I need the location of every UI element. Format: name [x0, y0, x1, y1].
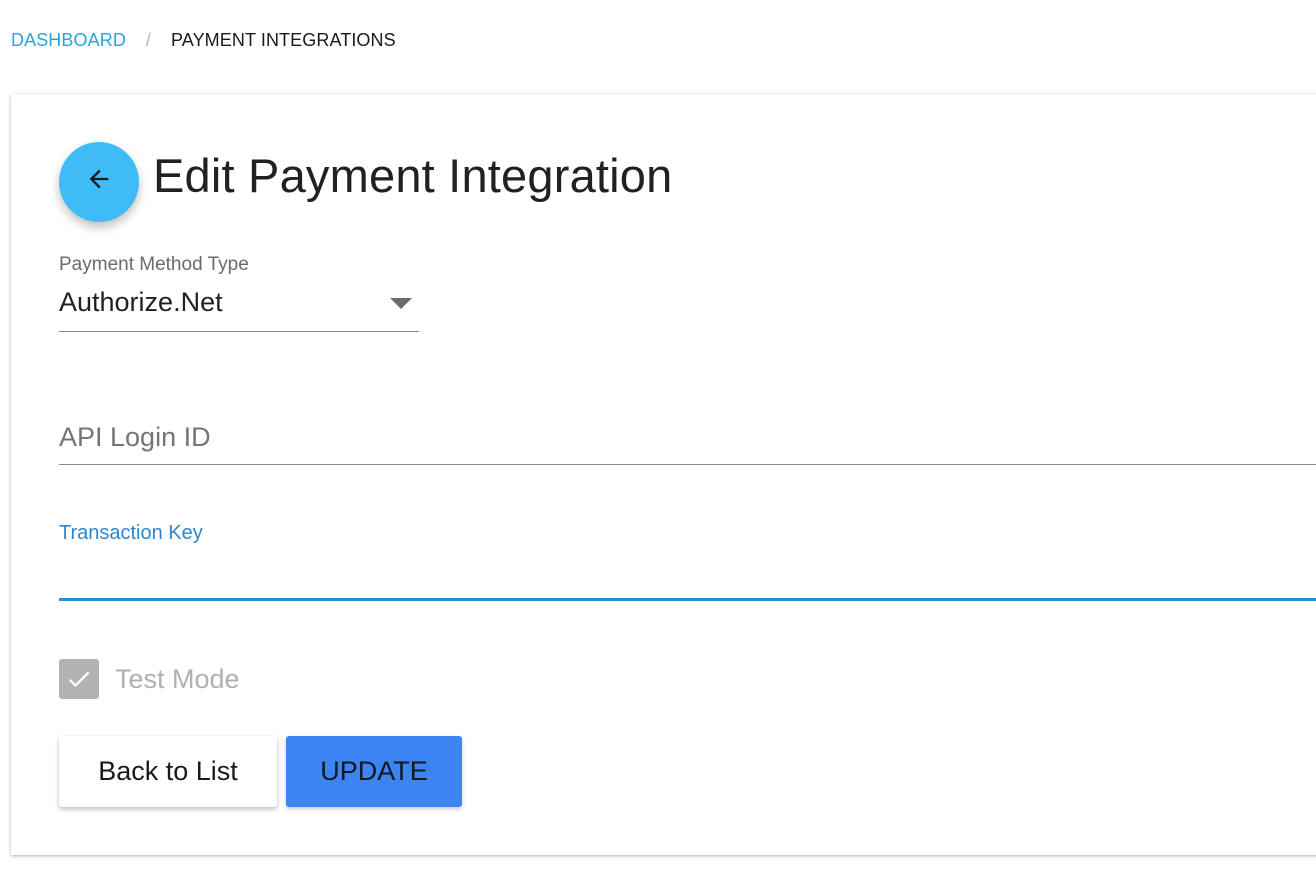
transaction-key-input[interactable]	[59, 558, 1316, 589]
api-login-id-field	[59, 416, 1316, 465]
payment-method-label: Payment Method Type	[59, 254, 249, 275]
breadcrumb-separator: /	[145, 30, 152, 50]
update-button[interactable]: UPDATE	[286, 736, 462, 807]
arrow-left-icon	[89, 169, 109, 189]
breadcrumb-current: PAYMENT INTEGRATIONS	[171, 30, 396, 50]
payment-method-select[interactable]: Authorize.Net	[59, 283, 419, 332]
test-mode-row: Test Mode	[59, 659, 240, 699]
breadcrumb-dashboard-link[interactable]: DASHBOARD	[11, 30, 126, 51]
caret-down-icon	[390, 298, 412, 309]
edit-integration-card: Edit Payment Integration Payment Method …	[11, 94, 1316, 855]
payment-method-value: Authorize.Net	[59, 287, 223, 317]
transaction-key-label: Transaction Key	[59, 522, 203, 544]
transaction-key-field	[59, 552, 1316, 601]
test-mode-checkbox[interactable]	[59, 659, 99, 699]
breadcrumb: DASHBOARD / PAYMENT INTEGRATIONS	[11, 30, 396, 51]
page-title: Edit Payment Integration	[153, 149, 673, 202]
check-icon	[68, 671, 90, 688]
test-mode-label: Test Mode	[115, 663, 240, 694]
api-login-id-input[interactable]	[59, 422, 1316, 453]
back-fab-button[interactable]	[59, 142, 139, 222]
back-to-list-button[interactable]: Back to List	[59, 736, 277, 807]
